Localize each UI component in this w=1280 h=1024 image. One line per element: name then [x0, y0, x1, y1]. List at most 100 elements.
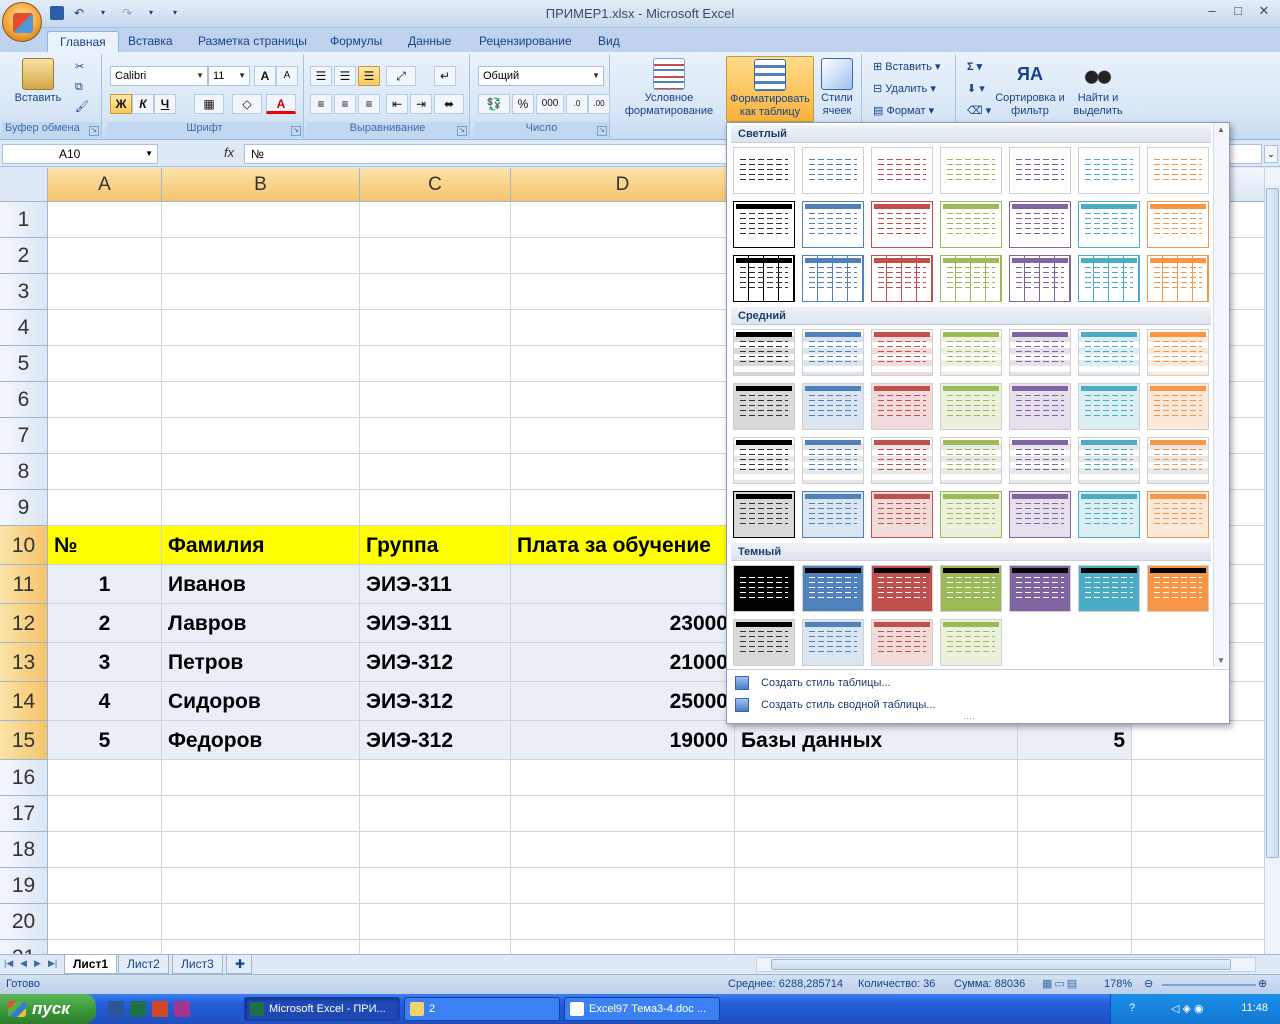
- table-style-medium-r1-6[interactable]: [1078, 329, 1140, 376]
- tab-data[interactable]: Данные: [396, 31, 463, 52]
- cell-f17[interactable]: [1018, 796, 1132, 832]
- resize-grip-icon[interactable]: ····: [963, 713, 975, 723]
- row-header[interactable]: 10: [0, 526, 48, 565]
- cell-c20[interactable]: [360, 904, 511, 940]
- cell-b13[interactable]: Петров: [162, 643, 360, 682]
- table-style-medium-r4-7[interactable]: [1147, 491, 1209, 538]
- cell-c1[interactable]: [360, 202, 511, 238]
- sheet-tab-2[interactable]: Лист2: [118, 955, 169, 974]
- cell-e20[interactable]: [735, 904, 1018, 940]
- number-format-select[interactable]: Общий ▼: [478, 66, 604, 86]
- task-excel[interactable]: Microsoft Excel - ПРИ...: [244, 997, 400, 1021]
- zoom-level[interactable]: 178%: [1104, 978, 1132, 990]
- tab-home[interactable]: Главная: [47, 31, 119, 52]
- format-painter-icon[interactable]: 🖌: [72, 98, 92, 118]
- zoom-slider[interactable]: [1162, 984, 1256, 986]
- table-style-dark-r1-1[interactable]: [733, 565, 795, 612]
- row-header[interactable]: 21: [0, 940, 48, 954]
- table-style-medium-r1-7[interactable]: [1147, 329, 1209, 376]
- table-style-light-r2-6[interactable]: [1078, 201, 1140, 248]
- cell-g15[interactable]: [1132, 721, 1264, 760]
- table-style-medium-r2-6[interactable]: [1078, 383, 1140, 430]
- format-as-table-button[interactable]: Форматировать как таблицу: [726, 56, 814, 122]
- align-top-icon[interactable]: ☰: [310, 66, 332, 86]
- table-style-light-r2-7[interactable]: [1147, 201, 1209, 248]
- cell-d19[interactable]: [511, 868, 735, 904]
- row-header[interactable]: 7: [0, 418, 48, 454]
- table-style-dark-r1-3[interactable]: [871, 565, 933, 612]
- cell-c4[interactable]: [360, 310, 511, 346]
- cell-d20[interactable]: [511, 904, 735, 940]
- row-header[interactable]: 20: [0, 904, 48, 940]
- copy-icon[interactable]: ⧉: [72, 78, 86, 98]
- cell-d5[interactable]: [511, 346, 735, 382]
- column-header-c[interactable]: C: [360, 168, 511, 202]
- cell-a13[interactable]: 3: [48, 643, 162, 682]
- cell-b9[interactable]: [162, 490, 360, 526]
- cell-a4[interactable]: [48, 310, 162, 346]
- row-header[interactable]: 9: [0, 490, 48, 526]
- paste-button[interactable]: Вставить: [8, 58, 68, 105]
- cell-a20[interactable]: [48, 904, 162, 940]
- cell-d18[interactable]: [511, 832, 735, 868]
- cell-g21[interactable]: [1132, 940, 1264, 954]
- cell-e19[interactable]: [735, 868, 1018, 904]
- align-left-icon[interactable]: ≡: [310, 94, 332, 114]
- cell-d13[interactable]: 21000: [511, 643, 735, 682]
- column-header-d[interactable]: D: [511, 168, 735, 202]
- insert-function-icon[interactable]: fx: [224, 145, 234, 160]
- table-style-medium-r1-4[interactable]: [940, 329, 1002, 376]
- cell-b17[interactable]: [162, 796, 360, 832]
- cell-a11[interactable]: 1: [48, 565, 162, 604]
- cell-d1[interactable]: [511, 202, 735, 238]
- table-style-light-r2-5[interactable]: [1009, 201, 1071, 248]
- find-select-button[interactable]: Найти и выделить: [1068, 58, 1128, 118]
- row-header[interactable]: 16: [0, 760, 48, 796]
- cell-d16[interactable]: [511, 760, 735, 796]
- cell-b3[interactable]: [162, 274, 360, 310]
- cell-c5[interactable]: [360, 346, 511, 382]
- decrease-decimal-icon[interactable]: .00: [588, 94, 610, 114]
- table-style-medium-r4-3[interactable]: [871, 491, 933, 538]
- cell-b21[interactable]: [162, 940, 360, 954]
- thousands-button[interactable]: 000: [536, 94, 564, 114]
- cell-a9[interactable]: [48, 490, 162, 526]
- cell-b16[interactable]: [162, 760, 360, 796]
- horizontal-scrollbar[interactable]: [756, 957, 1256, 972]
- cell-c14[interactable]: ЭИЭ-312: [360, 682, 511, 721]
- cell-a3[interactable]: [48, 274, 162, 310]
- expand-formula-bar-icon[interactable]: ⌄: [1264, 145, 1278, 163]
- align-right-icon[interactable]: ≡: [358, 94, 380, 114]
- merge-center-icon[interactable]: ⬌: [434, 94, 464, 114]
- cell-a2[interactable]: [48, 238, 162, 274]
- align-center-icon[interactable]: ≡: [334, 94, 356, 114]
- table-style-medium-r1-3[interactable]: [871, 329, 933, 376]
- cell-a17[interactable]: [48, 796, 162, 832]
- cell-c12[interactable]: ЭИЭ-311: [360, 604, 511, 643]
- cell-b15[interactable]: Федоров: [162, 721, 360, 760]
- wrap-text-icon[interactable]: ↵: [434, 66, 456, 86]
- scroll-thumb[interactable]: [771, 959, 1231, 970]
- cell-c11[interactable]: ЭИЭ-311: [360, 565, 511, 604]
- table-style-medium-r2-2[interactable]: [802, 383, 864, 430]
- cell-g18[interactable]: [1132, 832, 1264, 868]
- cell-d6[interactable]: [511, 382, 735, 418]
- powerpoint-icon[interactable]: [174, 1001, 190, 1017]
- cell-c10[interactable]: Группа: [360, 526, 511, 565]
- cell-a14[interactable]: 4: [48, 682, 162, 721]
- cell-a12[interactable]: 2: [48, 604, 162, 643]
- view-buttons[interactable]: ▦▭▤: [1042, 977, 1079, 990]
- cell-f16[interactable]: [1018, 760, 1132, 796]
- table-style-light-r3-4[interactable]: [940, 255, 1002, 302]
- clear-icon[interactable]: ⌫ ▾: [964, 102, 994, 122]
- table-style-medium-r2-7[interactable]: [1147, 383, 1209, 430]
- table-style-light-r1-7[interactable]: [1147, 147, 1209, 194]
- dialog-launcher-icon[interactable]: ↘: [89, 126, 99, 136]
- cell-b20[interactable]: [162, 904, 360, 940]
- row-header[interactable]: 6: [0, 382, 48, 418]
- cell-d10[interactable]: Плата за обучение: [511, 526, 735, 565]
- cell-b11[interactable]: Иванов: [162, 565, 360, 604]
- vertical-scrollbar[interactable]: [1264, 168, 1280, 954]
- table-style-dark-r2-1[interactable]: [733, 619, 795, 666]
- cell-b1[interactable]: [162, 202, 360, 238]
